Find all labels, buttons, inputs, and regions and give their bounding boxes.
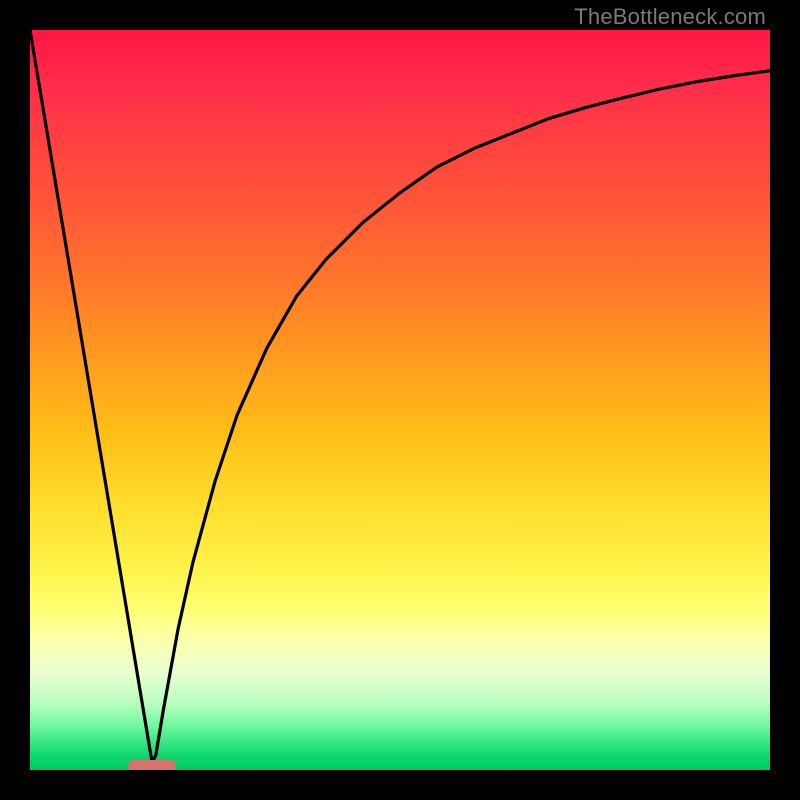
plot-area (30, 30, 770, 770)
optimal-range-marker (128, 760, 176, 770)
bottleneck-curve (30, 30, 770, 770)
chart-frame: TheBottleneck.com (0, 0, 800, 800)
watermark-text: TheBottleneck.com (574, 4, 766, 30)
